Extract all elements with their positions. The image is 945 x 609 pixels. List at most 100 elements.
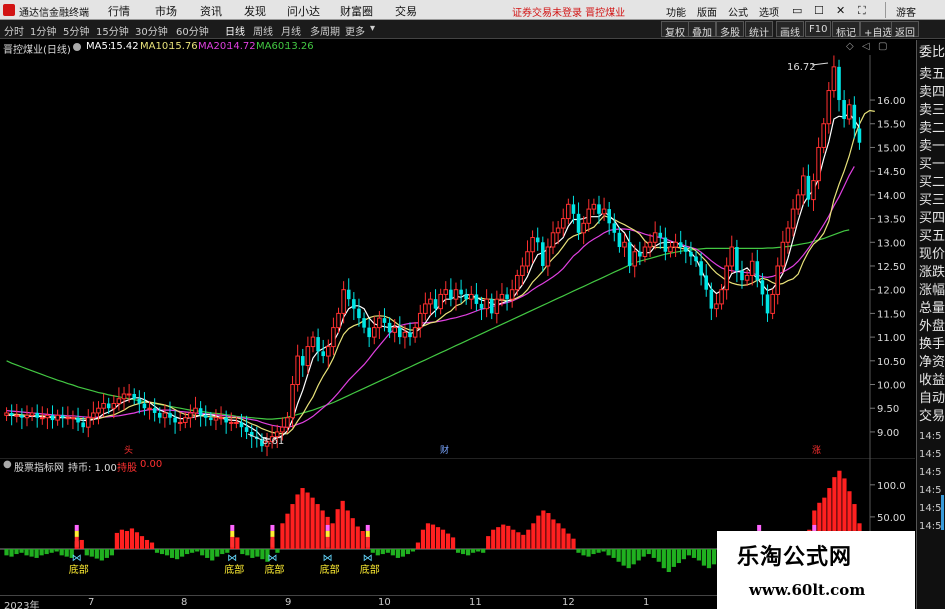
indicator-settings-icon[interactable]: ● [3, 459, 12, 470]
candle-body [489, 299, 494, 314]
indicator-bar [195, 548, 200, 552]
bottom-signal-label: 底部 [360, 563, 380, 576]
menu-options[interactable]: 选项 [759, 4, 779, 19]
indicator-bar [114, 532, 120, 549]
candle-body [642, 246, 648, 258]
indicator-bar [139, 536, 145, 549]
candle-body [586, 208, 592, 224]
minimize-icon[interactable]: ▭ [792, 4, 802, 17]
menu-quotes[interactable]: 行情 [108, 3, 130, 19]
side-item-buy5[interactable]: 买五 [919, 229, 945, 244]
event-mark-3[interactable]: 涨 [812, 445, 821, 456]
login-notice[interactable]: 证券交易未登录 晋控煤业 [512, 4, 625, 19]
tool-multi-stock[interactable]: 多股 [716, 21, 744, 39]
menu-market[interactable]: 市场 [155, 3, 177, 19]
panel-scrollbar[interactable] [941, 495, 944, 530]
menu-discover[interactable]: 发现 [244, 3, 266, 19]
price-chart[interactable]: 16.00 15.50 15.00 14.50 14.00 13.50 13.00 12.50… [0, 55, 915, 458]
tool-mark[interactable]: 标记 [832, 21, 860, 39]
event-mark-1[interactable]: 头 [124, 445, 133, 456]
side-item-buy1[interactable]: 买一 [919, 157, 945, 172]
bottom-signal-label: 底部 [69, 563, 89, 576]
restore-icon[interactable]: ☐ [814, 4, 824, 17]
fullscreen-icon[interactable]: ⛶ [858, 4, 866, 18]
indicator-bar [506, 525, 511, 549]
diamond-icon[interactable]: ◇ [846, 41, 854, 52]
candle-body [9, 412, 14, 416]
period-5min[interactable]: 5分钟 [63, 23, 89, 38]
period-60min[interactable]: 60分钟 [176, 23, 209, 38]
side-item-buy4[interactable]: 买四 [919, 211, 945, 226]
signal-marker-bottom [270, 536, 275, 547]
side-item-sell2[interactable]: 卖二 [919, 121, 945, 136]
app-logo-icon [3, 4, 15, 16]
event-mark-2[interactable]: 财 [440, 444, 449, 456]
menu-divider [885, 2, 886, 18]
indicator-bar [531, 523, 536, 549]
indicator-bar [460, 548, 466, 555]
period-intraday[interactable]: 分时 [4, 23, 24, 38]
chevron-down-icon[interactable]: ▾ [370, 23, 375, 34]
period-30min[interactable]: 30分钟 [135, 23, 168, 38]
side-item-outer[interactable]: 外盘 [919, 319, 945, 334]
period-weekly[interactable]: 周线 [253, 23, 273, 38]
side-item-turnover[interactable]: 换手 [919, 337, 945, 352]
ma-settings-icon[interactable] [73, 43, 81, 51]
side-item-change[interactable]: 涨跌 [919, 265, 945, 280]
indicator-title[interactable]: 股票指标网 [14, 459, 64, 474]
side-item-buy2[interactable]: 买二 [919, 175, 945, 190]
side-item-weibi[interactable]: 委比 [919, 45, 945, 60]
menu-function[interactable]: 功能 [666, 4, 686, 19]
menu-trade[interactable]: 交易 [395, 3, 417, 19]
side-item-net-asset[interactable]: 净资 [919, 355, 945, 370]
tool-statistics[interactable]: 统计 [745, 21, 773, 39]
period-15min[interactable]: 15分钟 [96, 23, 129, 38]
indicator-bar [466, 548, 471, 556]
candle-body [632, 251, 638, 267]
tool-adjust[interactable]: 复权 [661, 21, 689, 39]
period-multi[interactable]: 多周期 [310, 23, 340, 38]
period-more[interactable]: 更多 [345, 23, 365, 38]
candle-body [566, 203, 571, 220]
tool-f10[interactable]: F10 [805, 21, 832, 37]
side-item-trade[interactable]: 交易 [919, 409, 945, 424]
side-item-auto[interactable]: 自动 [919, 391, 945, 406]
menu-ask[interactable]: 问小达 [287, 3, 320, 19]
side-item-sell1[interactable]: 卖一 [919, 139, 945, 154]
candle-body [474, 294, 479, 304]
candle-body [40, 417, 45, 420]
candle-body [321, 351, 325, 357]
indicator-bar [205, 548, 210, 558]
collapse-icon[interactable]: ◁ [862, 41, 870, 52]
tool-draw-line[interactable]: 画线 [776, 21, 804, 39]
candle-body [770, 293, 775, 314]
side-item-eps[interactable]: 收益 [919, 373, 945, 388]
indicator-bar [380, 548, 385, 555]
period-monthly[interactable]: 月线 [281, 23, 301, 38]
period-daily[interactable]: 日线 [225, 23, 245, 38]
chart-title[interactable]: 晋控煤业(日线) [3, 41, 71, 56]
butterfly-icon: ⋈ [227, 553, 237, 564]
side-item-sell3[interactable]: 卖三 [919, 103, 945, 118]
menu-layout[interactable]: 版面 [697, 4, 717, 19]
expand-icon[interactable]: ▢ [878, 41, 887, 52]
user-guest[interactable]: 游客 [896, 4, 916, 19]
indicator-bar [566, 533, 571, 549]
candle-body [724, 265, 729, 291]
tool-overlay[interactable]: 叠加 [688, 21, 716, 39]
side-item-price[interactable]: 现价 [919, 247, 945, 262]
menu-formula[interactable]: 公式 [728, 4, 748, 19]
close-icon[interactable]: ✕ [836, 4, 845, 17]
side-item-change-pct[interactable]: 涨幅 [919, 283, 945, 298]
side-item-sell5[interactable]: 卖五 [919, 67, 945, 82]
indicator-bar [400, 548, 406, 557]
candle-body [121, 393, 127, 400]
menu-wealth-circle[interactable]: 财富圈 [340, 3, 373, 19]
candle-body [70, 417, 76, 420]
menu-news[interactable]: 资讯 [200, 3, 222, 19]
side-item-buy3[interactable]: 买三 [919, 193, 945, 208]
period-1min[interactable]: 1分钟 [30, 23, 56, 38]
side-item-sell4[interactable]: 卖四 [919, 85, 945, 100]
side-item-volume[interactable]: 总量 [919, 301, 945, 316]
tool-back[interactable]: 返回 [891, 21, 919, 39]
